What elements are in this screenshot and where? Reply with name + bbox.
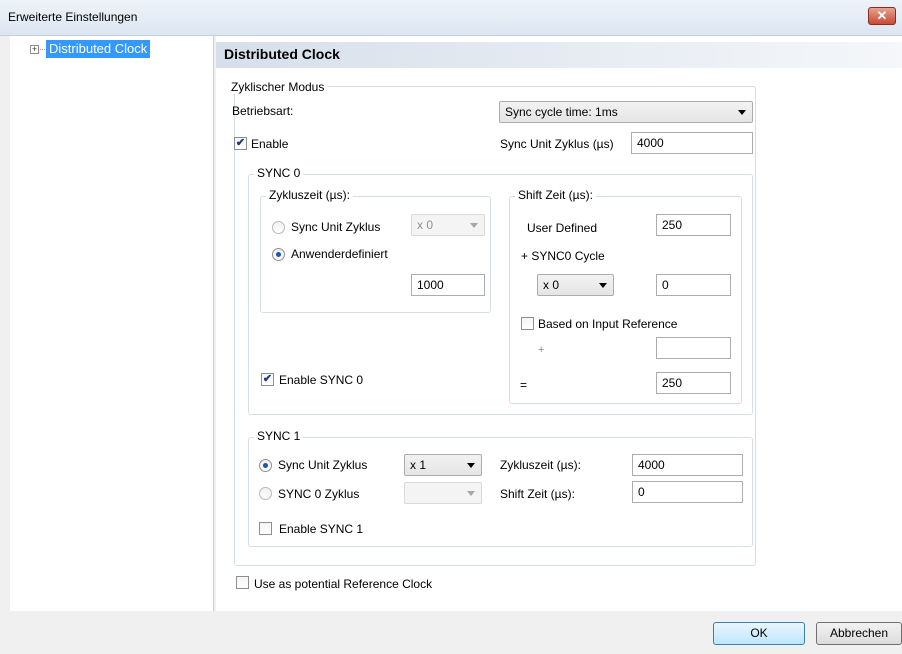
navigation-tree: + Distributed Clock <box>10 36 214 611</box>
expand-icon[interactable]: + <box>30 45 39 54</box>
sync0-legend: SYNC 0 <box>254 166 304 180</box>
plus-sync0-cycle-label: + SYNC0 Cycle <box>521 249 605 263</box>
sync1-sync-unit-radio[interactable] <box>259 459 272 472</box>
enable-sync1-checkbox[interactable] <box>259 522 272 535</box>
sync-unit-cycle-field[interactable]: 4000 <box>631 132 753 154</box>
sync0-factor-select: x 0 <box>411 214 485 236</box>
user-defined-shift-field[interactable]: 250 <box>656 214 731 236</box>
chevron-down-icon <box>467 463 475 468</box>
input-reference-label: Based on Input Reference <box>538 317 678 331</box>
enable-checkbox[interactable]: ✔ <box>234 137 247 150</box>
enable-label: Enable <box>251 137 289 151</box>
sync1-sync0-label: SYNC 0 Zyklus <box>278 487 360 501</box>
sync1-sync0-radio[interactable] <box>259 487 272 500</box>
cyclic-mode-legend: Zyklischer Modus <box>228 80 328 94</box>
sync1-cycle-field[interactable]: 4000 <box>632 454 743 476</box>
sync1-sync-unit-label: Sync Unit Zyklus <box>278 458 368 472</box>
sync0-cycle-legend: Zykluszeit (µs): <box>266 188 353 202</box>
plus-sync0-factor-value: x 0 <box>543 278 560 292</box>
mode-select-value: Sync cycle time: 1ms <box>505 105 618 119</box>
close-button[interactable]: ✕ <box>868 7 896 25</box>
input-reference-checkbox[interactable] <box>521 317 534 330</box>
reference-clock-label: Use as potential Reference Clock <box>254 577 433 591</box>
tree-connector <box>40 49 45 50</box>
plus-sync0-factor-select[interactable]: x 0 <box>537 274 614 296</box>
mode-label: Betriebsart: <box>232 104 294 118</box>
equals-sign: = <box>520 378 528 392</box>
sync0-sync-unit-radio[interactable] <box>272 221 285 234</box>
panel-title: Distributed Clock <box>224 46 340 62</box>
check-icon: ✔ <box>262 373 273 385</box>
plus-sync0-value-field[interactable]: 0 <box>656 274 731 296</box>
sync1-sync0-factor-select <box>404 482 482 504</box>
sync-unit-cycle-label: Sync Unit Zyklus (µs) <box>500 137 614 151</box>
enable-sync0-checkbox[interactable]: ✔ <box>261 373 274 386</box>
shift-result-field: 250 <box>656 372 731 394</box>
sync1-legend: SYNC 1 <box>254 429 304 443</box>
sync0-factor-value: x 0 <box>417 218 434 232</box>
tree-item-distributed-clock[interactable]: Distributed Clock <box>46 40 151 58</box>
sync0-sync-unit-label: Sync Unit Zyklus <box>291 220 381 234</box>
sync0-user-defined-label: Anwenderdefiniert <box>291 247 388 261</box>
close-icon: ✕ <box>876 8 888 23</box>
input-reference-field[interactable] <box>656 337 731 359</box>
enable-sync0-label: Enable SYNC 0 <box>279 373 364 387</box>
chevron-down-icon <box>467 491 475 496</box>
chevron-down-icon <box>738 110 746 115</box>
cancel-button[interactable]: Abbrechen <box>816 622 902 645</box>
chevron-down-icon <box>470 223 478 228</box>
user-defined-label: User Defined <box>527 221 598 235</box>
sync0-shift-legend: Shift Zeit (µs): <box>515 188 596 202</box>
sync0-user-cycle-field[interactable]: 1000 <box>411 274 485 296</box>
sync1-shift-label: Shift Zeit (µs): <box>500 487 575 501</box>
chevron-down-icon <box>599 283 607 288</box>
plus-sign: + <box>538 344 545 356</box>
sync0-user-defined-radio[interactable] <box>272 248 285 261</box>
ok-button[interactable]: OK <box>713 622 805 645</box>
window-title: Erweiterte Einstellungen <box>8 10 138 24</box>
reference-clock-checkbox[interactable] <box>236 576 249 589</box>
enable-sync1-label: Enable SYNC 1 <box>279 522 364 536</box>
mode-select[interactable]: Sync cycle time: 1ms <box>499 101 753 123</box>
sync1-factor-value: x 1 <box>410 458 427 472</box>
sync1-factor-select[interactable]: x 1 <box>404 454 482 476</box>
check-icon: ✔ <box>235 137 246 149</box>
sync1-shift-field[interactable]: 0 <box>632 481 743 503</box>
sync1-cycle-label: Zykluszeit (µs): <box>500 458 581 472</box>
